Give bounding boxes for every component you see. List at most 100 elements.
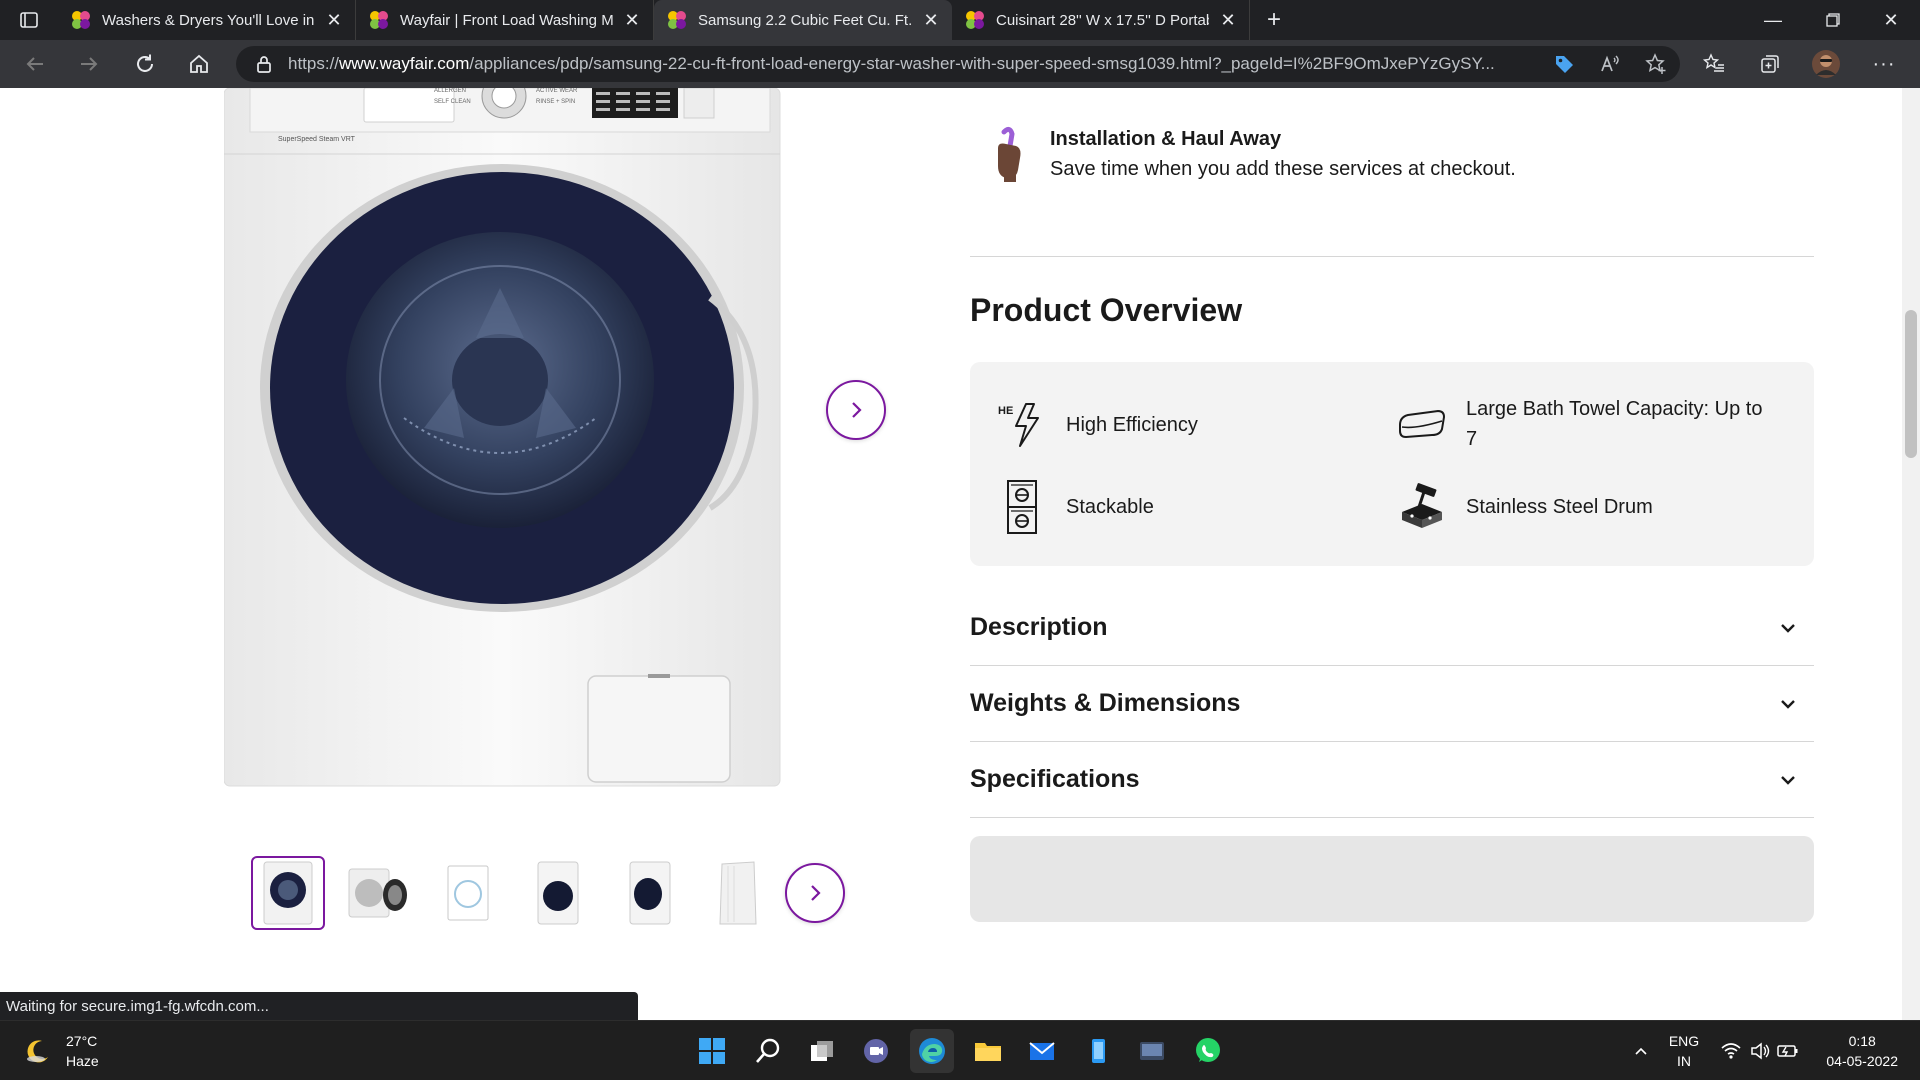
url-text[interactable]: https://www.wayfair.com/appliances/pdp/s… (288, 54, 1548, 74)
profile-button[interactable] (1808, 46, 1844, 82)
chevron-down-icon[interactable] (1776, 616, 1800, 640)
minimize-button[interactable]: — (1744, 0, 1802, 40)
clock-date: 04-05-2022 (1826, 1053, 1898, 1069)
thumbnail-4[interactable] (521, 856, 595, 930)
weather-condition: Haze (66, 1053, 99, 1069)
close-window-button[interactable]: ✕ (1862, 0, 1920, 40)
product-main-image[interactable]: SuperSpeed Steam VRT ALLERGEN SELF CLEAN… (223, 88, 784, 788)
washer-open-door-thumbnail-icon (348, 868, 407, 918)
thumbnail-2[interactable] (341, 856, 415, 930)
washer-brand-line: SuperSpeed Steam VRT (278, 136, 355, 143)
language-indicator[interactable]: ENG IN (1664, 1021, 1704, 1080)
teams-chat-icon (864, 1039, 888, 1063)
start-button[interactable] (690, 1029, 734, 1073)
favorites-button[interactable] (1696, 46, 1732, 82)
battery-status[interactable] (1774, 1021, 1802, 1080)
weather-temperature: 27°C (66, 1033, 98, 1049)
whatsapp-icon (1196, 1038, 1220, 1062)
tray-overflow-button[interactable] (1624, 1021, 1658, 1080)
speaker-icon (1751, 1042, 1770, 1060)
add-favorite-button[interactable] (1638, 46, 1674, 82)
chevron-down-icon[interactable] (1776, 768, 1800, 792)
whatsapp-button[interactable] (1186, 1029, 1230, 1073)
edge-browser-button[interactable] (910, 1029, 954, 1073)
hero-next-button[interactable] (826, 380, 886, 440)
address-bar[interactable]: https://www.wayfair.com/appliances/pdp/s… (236, 46, 1680, 82)
accordion-specifications[interactable]: Specifications (970, 742, 1814, 818)
collections-button[interactable] (1752, 46, 1788, 82)
feature-label: Large Bath Towel Capacity: Up to 7 (1466, 398, 1763, 450)
language-code: ENG (1668, 1033, 1700, 1049)
forward-arrow-icon (81, 57, 98, 71)
teams-chat-button[interactable] (854, 1029, 898, 1073)
phone-link-button[interactable] (1076, 1029, 1120, 1073)
moon-icon (27, 1040, 48, 1063)
browser-tab-1[interactable]: Washers & Dryers You'll Love in 2022 ✕ (58, 0, 356, 40)
address-toolbar: https://www.wayfair.com/appliances/pdp/s… (0, 40, 1920, 88)
washer-thumbnail-icon (263, 861, 313, 925)
read-aloud-button[interactable] (1592, 46, 1628, 82)
close-icon[interactable]: ✕ (1219, 10, 1237, 30)
wayfair-favicon-icon (668, 11, 686, 29)
accordion-weights-dimensions[interactable]: Weights & Dimensions (970, 666, 1814, 742)
washer-illustration (223, 88, 781, 787)
search-icon (756, 1038, 780, 1063)
refresh-button[interactable] (118, 40, 172, 88)
wifi-status[interactable] (1716, 1021, 1746, 1080)
forward-button[interactable] (62, 40, 116, 88)
minimize-icon: — (1764, 9, 1782, 30)
thumbnails-next-button[interactable] (785, 863, 845, 923)
battery-icon (1777, 1045, 1798, 1057)
close-icon[interactable]: ✕ (325, 10, 343, 30)
browser-tab-4[interactable]: Cuisinart 28'' W x 17.5'' D Portable ✕ (952, 0, 1250, 40)
media-app-button[interactable] (1130, 1029, 1174, 1073)
home-button[interactable] (172, 40, 226, 88)
plus-icon: + (1266, 6, 1281, 33)
thumbnail-strip (251, 856, 775, 930)
back-button[interactable] (8, 40, 62, 88)
thumbnail-1[interactable] (251, 856, 325, 930)
accordion-description[interactable]: Description (970, 590, 1814, 666)
thumbnail-3[interactable] (431, 856, 505, 930)
taskbar-clock[interactable]: 0:18 04-05-2022 (1826, 1031, 1898, 1071)
he-lightning-icon: HE (996, 400, 1046, 450)
chevron-right-icon (811, 885, 821, 901)
washer-allergen-label: ALLERGEN (434, 88, 467, 94)
new-tab-button[interactable]: + (1250, 0, 1298, 40)
file-explorer-button[interactable] (966, 1029, 1010, 1073)
chevron-right-icon (852, 402, 862, 418)
washer-sketch-thumbnail-icon (447, 865, 489, 921)
hammer-drum-icon (1396, 482, 1446, 532)
accordion-label: Weights & Dimensions (970, 689, 1241, 717)
browser-tab-3[interactable]: Samsung 2.2 Cubic Feet Cu. Ft. High Effi… (654, 0, 952, 40)
accordion-label: Description (970, 613, 1108, 641)
installation-hand-icon (998, 126, 1021, 182)
product-page: SuperSpeed Steam VRT ALLERGEN SELF CLEAN… (0, 88, 1902, 1020)
scrollbar-thumb[interactable] (1905, 310, 1917, 458)
avatar (1812, 50, 1840, 78)
accordion-label: Specifications (970, 765, 1140, 793)
feature-label: Stainless Steel Drum (1466, 496, 1653, 518)
mail-button[interactable] (1020, 1029, 1064, 1073)
settings-more-button[interactable]: ··· (1866, 46, 1902, 82)
thumbnail-5[interactable] (611, 856, 685, 930)
chevron-down-icon[interactable] (1776, 692, 1800, 716)
page-scrollbar[interactable] (1902, 88, 1920, 1020)
close-icon[interactable]: ✕ (922, 10, 940, 30)
washer-self-clean-label: SELF CLEAN (434, 99, 471, 105)
browser-tab-bar: Washers & Dryers You'll Love in 2022 ✕ W… (0, 0, 1920, 40)
weather-widget[interactable]: 27°C Haze (24, 1031, 99, 1071)
task-view-button[interactable] (800, 1029, 844, 1073)
restore-button[interactable] (1804, 0, 1862, 40)
tab-actions-button[interactable] (0, 0, 58, 40)
media-app-icon (1140, 1042, 1164, 1060)
shopping-tag-button[interactable] (1546, 46, 1582, 82)
thumbnail-6[interactable] (701, 856, 775, 930)
search-button[interactable] (746, 1029, 790, 1073)
close-icon[interactable]: ✕ (623, 10, 641, 30)
installation-subtitle: Save time when you add these services at… (1050, 158, 1516, 180)
windows-logo-icon (699, 1038, 725, 1064)
url-prefix: https:// (288, 54, 340, 73)
browser-tab-2[interactable]: Wayfair | Front Load Washing Machines ✕ (356, 0, 654, 40)
volume-status[interactable] (1746, 1021, 1774, 1080)
